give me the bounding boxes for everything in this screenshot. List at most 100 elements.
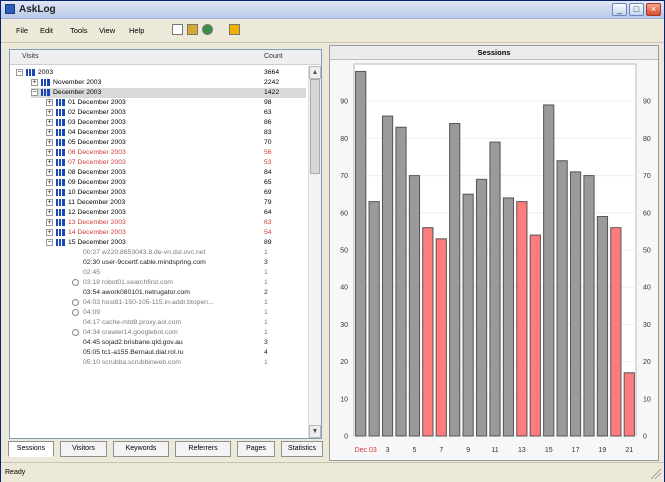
- tree-label[interactable]: 09 December 2003: [68, 178, 126, 188]
- session-entry[interactable]: 03:18 robot01.searchfirst.com: [83, 278, 173, 288]
- bar-day-20: [610, 227, 622, 437]
- expand-icon[interactable]: +: [46, 199, 53, 206]
- bar-day-2: [368, 201, 380, 437]
- scroll-thumb[interactable]: [310, 79, 320, 174]
- session-entry[interactable]: 05:05 tc1-a155.Bernaul.dial.rol.ru: [83, 348, 184, 358]
- session-entry[interactable]: 00:27 w220.8653043.8.de-vn.dsl.ovc.net: [83, 248, 205, 258]
- tree-label[interactable]: 2003: [38, 68, 53, 78]
- tree-label[interactable]: 07 December 2003: [68, 158, 126, 168]
- tree-header: Visits Count: [10, 50, 321, 65]
- tree-label-selected[interactable]: December 2003: [53, 88, 101, 98]
- bar-day-18: [583, 175, 595, 437]
- menu-edit[interactable]: Edit: [40, 26, 53, 35]
- tab-pages[interactable]: Pages: [237, 441, 275, 457]
- session-entry[interactable]: 04:09: [83, 308, 100, 318]
- expand-icon[interactable]: +: [46, 169, 53, 176]
- expand-icon[interactable]: +: [46, 159, 53, 166]
- expand-icon[interactable]: +: [46, 219, 53, 226]
- expand-icon[interactable]: +: [46, 149, 53, 156]
- session-entry[interactable]: 04:45 sojad2.brisbane.qld.gov.au: [83, 338, 183, 348]
- y-tick-label-right: 40: [643, 285, 651, 292]
- globe-icon[interactable]: [202, 24, 213, 35]
- expand-icon[interactable]: +: [46, 119, 53, 126]
- tree-count: 84: [264, 169, 272, 176]
- y-tick-label-right: 60: [643, 210, 651, 217]
- tab-sessions[interactable]: Sessions: [8, 441, 54, 457]
- help-icon[interactable]: [229, 24, 240, 35]
- tree-label[interactable]: 02 December 2003: [68, 108, 126, 118]
- chart-icon: [56, 209, 65, 216]
- menu-view[interactable]: View: [99, 26, 115, 35]
- tree-count: 3: [264, 259, 268, 266]
- chart-icon: [56, 179, 65, 186]
- clock-icon: [72, 309, 79, 316]
- tab-statistics[interactable]: Statistics: [281, 441, 323, 457]
- tree-count: 3: [264, 339, 268, 346]
- close-button[interactable]: ×: [646, 3, 661, 16]
- collapse-icon[interactable]: −: [31, 89, 38, 96]
- session-entry[interactable]: 04:17 cache-mtd8.proxy.aol.com: [83, 318, 181, 328]
- session-entry[interactable]: 02:30 user-9ccertf.cable.mindspring.com: [83, 258, 206, 268]
- expand-icon[interactable]: +: [46, 109, 53, 116]
- tree-label[interactable]: 10 December 2003: [68, 188, 126, 198]
- tab-visitors[interactable]: Visitors: [60, 441, 107, 457]
- collapse-icon[interactable]: −: [16, 69, 23, 76]
- tree-label[interactable]: November 2003: [53, 78, 101, 88]
- tree-label[interactable]: 01 December 2003: [68, 98, 126, 108]
- menu-help[interactable]: Help: [129, 26, 144, 35]
- tree-count: 2242: [264, 79, 280, 86]
- expand-icon[interactable]: +: [46, 189, 53, 196]
- tree-label[interactable]: 05 December 2003: [68, 138, 126, 148]
- tree-label[interactable]: 15 December 2003: [68, 238, 126, 248]
- tree-label[interactable]: 14 December 2003: [68, 228, 126, 238]
- tree-label[interactable]: 03 December 2003: [68, 118, 126, 128]
- expand-icon[interactable]: +: [46, 179, 53, 186]
- tab-keywords[interactable]: Keywords: [113, 441, 169, 457]
- open-folder-icon[interactable]: [187, 24, 198, 35]
- title-bar[interactable]: AskLog _ □ ×: [1, 1, 664, 19]
- minimize-button[interactable]: _: [612, 3, 627, 16]
- expand-icon[interactable]: +: [46, 139, 53, 146]
- tree-scrollbar[interactable]: ▲ ▼: [308, 66, 321, 438]
- count-column-header[interactable]: Count: [264, 53, 283, 60]
- tree-label[interactable]: 13 December 2003: [68, 218, 126, 228]
- expand-icon[interactable]: +: [31, 79, 38, 86]
- visits-column-header[interactable]: Visits: [22, 53, 39, 60]
- resize-grip-icon[interactable]: [651, 469, 661, 479]
- session-entry[interactable]: 05:10 scrubba.scrubbinweb.com: [83, 358, 181, 368]
- y-tick-label-right: 20: [643, 359, 651, 366]
- tree-label[interactable]: 12 December 2003: [68, 208, 126, 218]
- expand-icon[interactable]: +: [46, 209, 53, 216]
- tree-count: 1: [264, 269, 268, 276]
- expand-icon[interactable]: +: [46, 229, 53, 236]
- session-entry[interactable]: 02:45: [83, 268, 100, 278]
- menu-file[interactable]: File: [16, 26, 28, 35]
- expand-icon[interactable]: +: [46, 99, 53, 106]
- menu-tools[interactable]: Tools: [70, 26, 88, 35]
- scroll-up-button[interactable]: ▲: [309, 66, 321, 79]
- tree-count: 64: [264, 209, 272, 216]
- tree-count: 4: [264, 349, 268, 356]
- maximize-button[interactable]: □: [629, 3, 644, 16]
- tree-label[interactable]: 04 December 2003: [68, 128, 126, 138]
- tab-referrers[interactable]: Referrers: [175, 441, 231, 457]
- new-file-icon[interactable]: [172, 24, 183, 35]
- session-entry[interactable]: 04:34 crawler14.googlebot.com: [83, 328, 178, 338]
- collapse-icon[interactable]: −: [46, 239, 53, 246]
- bar-day-15: [543, 104, 555, 437]
- clock-icon: [72, 299, 79, 306]
- session-entry[interactable]: 03:54 awork080101.netrugator.com: [83, 288, 190, 298]
- session-entry[interactable]: 04:03 host81-150-105-115.in-addr.btopen.…: [83, 298, 214, 308]
- scroll-down-button[interactable]: ▼: [309, 425, 321, 438]
- tree-label[interactable]: 06 December 2003: [68, 148, 126, 158]
- tree-count: 65: [264, 179, 272, 186]
- tree-count: 56: [264, 149, 272, 156]
- tree-count: 53: [264, 159, 272, 166]
- tree-label[interactable]: 11 December 2003: [68, 198, 125, 208]
- expand-icon[interactable]: +: [46, 129, 53, 136]
- y-tick-label-left: 90: [340, 99, 348, 106]
- bar-day-3: [381, 115, 394, 437]
- visits-tree[interactable]: − 2003 3664 + November 2003 2242 − Decem…: [10, 66, 308, 438]
- tree-label[interactable]: 08 December 2003: [68, 168, 126, 178]
- app-icon: [5, 4, 15, 14]
